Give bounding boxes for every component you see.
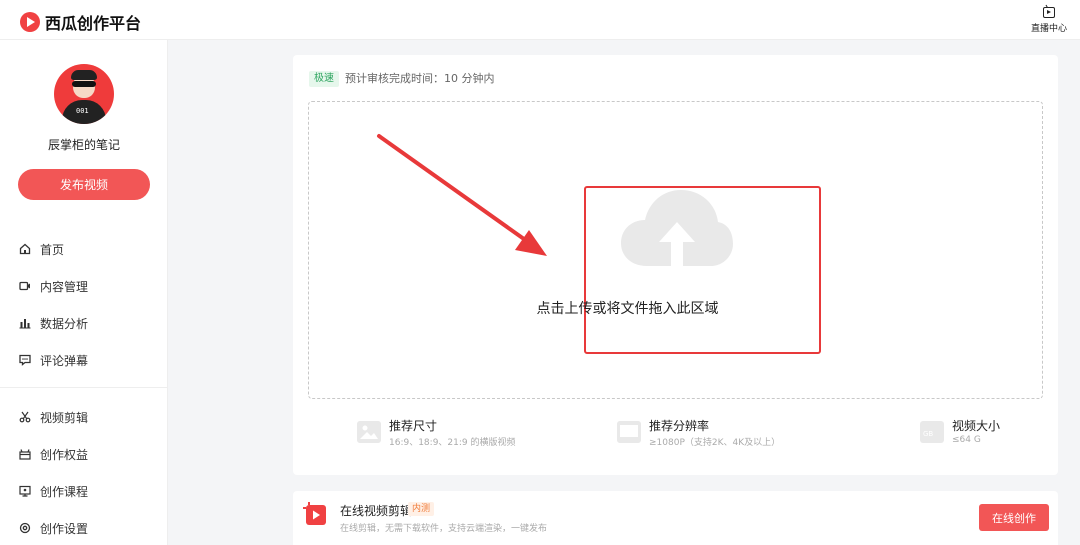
- sidebar-item-label: 创作课程: [40, 484, 89, 499]
- course-icon: [19, 485, 31, 497]
- avatar[interactable]: 001: [54, 64, 114, 124]
- spec-title: 推荐尺寸: [389, 419, 438, 433]
- top-header: 西瓜创作平台 直播中心: [0, 0, 1080, 40]
- sidebar: 001 辰掌柜的笔记 发布视频 首页 内容管理 数据分析 评论弹幕 视频剪辑 创…: [0, 40, 168, 545]
- sidebar-item-settings[interactable]: 创作设置: [0, 513, 168, 543]
- nav-divider: [0, 387, 168, 388]
- logo[interactable]: 西瓜创作平台: [20, 10, 141, 34]
- gift-icon: [19, 449, 31, 460]
- video-icon: [19, 281, 30, 291]
- username: 辰掌柜的笔记: [47, 138, 120, 152]
- online-edit-title: 在线视频剪辑: [340, 504, 413, 518]
- logo-play-icon: [20, 12, 40, 32]
- cloud-upload-icon: [621, 190, 733, 270]
- upload-prompt: 点击上传或将文件拖入此区域: [536, 301, 719, 317]
- spec-title: 推荐分辨率: [649, 419, 710, 433]
- spec-desc: 16:9、18:9、21:9 的横版视频: [389, 438, 516, 448]
- review-time-text: 预计审核完成时间：10 分钟内: [345, 72, 495, 85]
- publish-video-button[interactable]: 发布视频: [18, 169, 150, 200]
- gear-icon: [19, 522, 31, 534]
- beta-tag: 内测: [408, 502, 435, 516]
- live-tv-icon: [1043, 7, 1055, 18]
- spec-desc: ≥1080P（支持2K、4K及以上）: [649, 438, 781, 448]
- monitor-icon: [617, 421, 641, 443]
- sidebar-item-home[interactable]: 首页: [0, 234, 168, 264]
- sidebar-item-analytics[interactable]: 数据分析: [0, 308, 168, 338]
- sidebar-item-label: 首页: [40, 242, 65, 257]
- logo-text: 西瓜创作平台: [45, 14, 142, 33]
- home-icon: [19, 243, 31, 255]
- sidebar-item-comments[interactable]: 评论弹幕: [0, 345, 168, 375]
- upload-card: 极速 预计审核完成时间：10 分钟内 点击上传或将文件拖入此区域 推荐尺寸 16…: [293, 55, 1058, 475]
- sidebar-item-courses[interactable]: 创作课程: [0, 476, 168, 506]
- spec-title: 视频大小: [952, 419, 1001, 433]
- fast-tag: 极速: [309, 71, 339, 87]
- live-center-label: 直播中心: [1030, 24, 1067, 34]
- sidebar-item-label: 创作设置: [40, 521, 89, 536]
- sidebar-item-benefits[interactable]: 创作权益: [0, 439, 168, 469]
- online-edit-card: 在线视频剪辑 内测 在线剪辑，无需下载软件，支持云端渲染，一键发布 在线创作: [293, 491, 1058, 545]
- sidebar-item-content[interactable]: 内容管理: [0, 271, 168, 301]
- bar-chart-icon: [19, 319, 31, 329]
- sidebar-item-label: 内容管理: [40, 279, 89, 294]
- sidebar-item-label: 视频剪辑: [40, 410, 89, 425]
- comment-icon: [19, 354, 31, 366]
- video-edit-icon: [303, 502, 326, 525]
- scissors-icon: [19, 411, 31, 423]
- sidebar-item-video-edit[interactable]: 视频剪辑: [0, 402, 168, 432]
- sidebar-item-label: 评论弹幕: [40, 353, 89, 368]
- image-icon: [357, 421, 381, 443]
- sidebar-item-label: 数据分析: [40, 316, 89, 331]
- sidebar-item-label: 创作权益: [40, 447, 89, 462]
- spec-desc: ≤64 G: [952, 435, 981, 445]
- live-center-button[interactable]: 直播中心: [1028, 7, 1070, 34]
- gb-icon: GB: [920, 421, 944, 443]
- online-create-button[interactable]: 在线创作: [979, 504, 1049, 531]
- online-edit-desc: 在线剪辑，无需下载软件，支持云端渲染，一键发布: [340, 524, 548, 534]
- svg-text:GB: GB: [923, 430, 933, 438]
- upload-dropzone[interactable]: 点击上传或将文件拖入此区域: [308, 101, 1043, 399]
